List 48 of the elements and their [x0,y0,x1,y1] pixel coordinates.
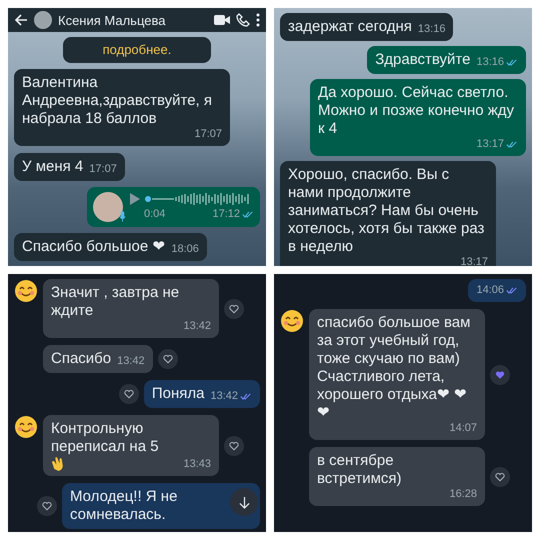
message-time: 13:16 [418,23,446,36]
message-time: 13:43 [183,458,211,471]
heart-reaction-icon[interactable] [224,298,244,318]
message-time: 14:07 [449,422,477,435]
message-text: У меня 4 [22,158,84,176]
message-time: 16:28 [449,488,477,501]
message-time: 13:16 [476,56,504,69]
message-time: 17:07 [89,162,117,176]
heart-reaction-icon[interactable] [224,436,244,456]
message-text: Спасибо [51,350,112,368]
message-time: 13:17 [460,256,488,266]
message-time: 18:06 [171,243,199,256]
contact-name[interactable]: Ксения Мальцева [58,12,208,28]
message-time: 13:42 [183,320,211,333]
message-text: Да хорошо. Сейчас светло. Можно и позже конечно жду к 4 [318,84,516,138]
back-arrow-icon[interactable] [14,13,28,27]
message-text: Поняла [152,385,204,403]
message-text: в сентябре встретимся) [317,452,403,488]
heart-reaction-icon[interactable] [490,364,510,384]
message-text: спасибо большое вам за этот учебный год, тоже скучаю по вам) Счастливого лета, хорошего отдыха❤ ❤❤ [317,314,472,422]
message-text: Контрольную переписал на 5 [51,420,160,456]
message-text: Значит , завтра не ждите [51,284,180,320]
message-time: 13:42 [117,355,145,368]
message-time: 13:17 [476,138,504,151]
heart-reaction-icon[interactable] [37,496,57,516]
message-text: Хорошо, спасибо. Вы с нами продолжите заниматься? Нам бы очень хотелось, хотя бы также раз в неделю [288,166,486,256]
message-text: Валентина Андреевна,здравствуйте, я набрала 18 баллов [22,74,214,128]
notice-text: подробнее. [102,41,172,59]
message-time: 13:42 [210,390,238,403]
sender-avatar [93,192,123,222]
menu-icon[interactable] [256,13,260,27]
heart-reaction-icon[interactable] [490,466,510,486]
play-icon[interactable] [130,193,140,206]
video-camera-icon[interactable] [214,14,230,26]
message-text: Здравствуйте [375,51,470,69]
voice-duration: 0:04 [144,208,166,222]
message-time: 17:12 [212,208,240,222]
message-text: Молодец!! Я не сомневалась. [70,488,178,524]
heart-reaction-icon[interactable] [118,384,139,404]
message-time: 17:07 [194,128,222,142]
message-text: задержат сегодня [288,18,412,36]
avatar[interactable] [34,11,52,29]
heart-reaction-icon[interactable] [158,349,178,369]
phone-icon[interactable] [236,13,250,27]
message-time: 14:06 [476,284,504,297]
message-text: Спасибо большое ❤ [22,238,166,256]
arrow-down-icon [238,496,250,508]
microphone-icon [119,210,126,222]
